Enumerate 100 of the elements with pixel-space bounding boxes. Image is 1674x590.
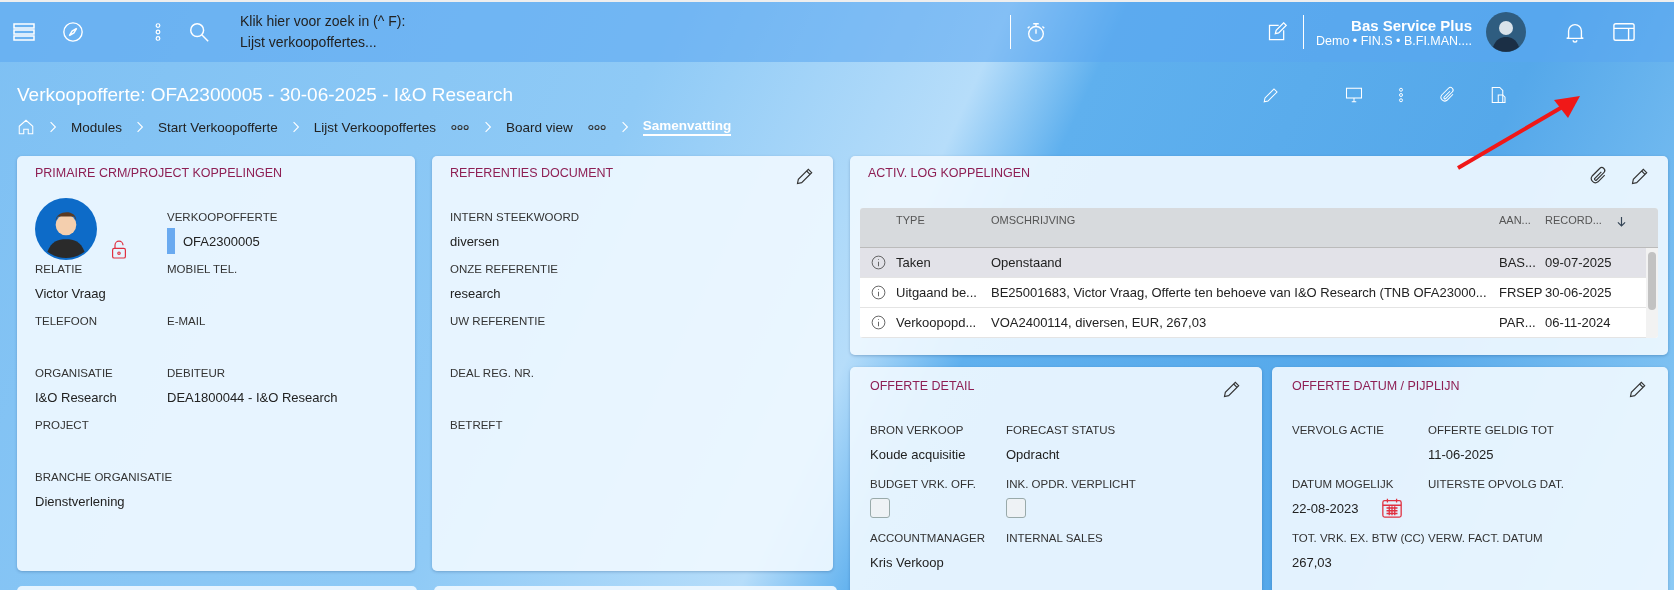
page-title: Verkoopofferte: OFA2300005 - 30-06-2025 - I&O Research xyxy=(17,84,514,106)
field-value: I&O Research xyxy=(35,389,117,405)
field-label: ORGANISATIE xyxy=(35,366,114,381)
card-title: OFFERTE DATUM / PIJPLIJN xyxy=(1292,379,1460,393)
field-value: Kris Verkoop xyxy=(870,554,944,570)
pencil-icon[interactable] xyxy=(1630,166,1650,186)
field-label: MOBIEL TEL. xyxy=(167,262,239,277)
chevron-icon xyxy=(291,121,300,133)
field-label: DEBITEUR xyxy=(167,366,227,381)
user-context: Demo • FIN.S • B.FI.MAN.... xyxy=(1316,33,1472,48)
field-label: VERW. FACT. DATUM xyxy=(1428,531,1544,546)
field-value: DEA1800044 - I&O Research xyxy=(167,389,338,405)
breadcrumb-link[interactable]: Lijst Verkoopoffertes xyxy=(313,119,436,135)
table-cell-text: BE25001683, Victor Vraag, Offerte ten behoeve van I&O Research (TNB OFA23000... xyxy=(991,285,1488,300)
table-cell-text: 09-07-2025 xyxy=(1545,255,1613,270)
home-icon[interactable] xyxy=(17,118,35,136)
sort-down-icon[interactable] xyxy=(1617,216,1626,227)
field-value: diversen xyxy=(450,233,500,249)
field-label: BRANCHE ORGANISATIE xyxy=(35,470,173,485)
field-label: VERKOOPOFFERTE xyxy=(167,210,279,225)
more-icon[interactable] xyxy=(449,123,470,131)
table-cell-text: 06-11-2024 xyxy=(1545,315,1612,330)
paperclip-icon[interactable] xyxy=(1588,166,1608,186)
chevron-icon xyxy=(136,121,145,133)
field-value: 267,03 xyxy=(1292,554,1332,570)
field-label: INK. OPDR. VERPLICHT xyxy=(1006,477,1137,492)
field-label: TELEFOON xyxy=(35,314,98,329)
chevron-icon xyxy=(49,121,57,133)
card-title: PRIMAIRE CRM/PROJECT KOPPELINGEN xyxy=(35,166,283,180)
pencil-icon[interactable] xyxy=(1222,379,1242,399)
field-label: INTERN STEEKWOORD xyxy=(450,210,580,225)
table-cell-text: FRSEP xyxy=(1499,285,1544,300)
calendar-icon[interactable] xyxy=(1380,497,1403,519)
chevron-icon xyxy=(483,121,492,133)
breadcrumb-link[interactable]: Board view xyxy=(505,119,573,135)
field-label: BETREFT xyxy=(450,418,503,433)
edit-icon[interactable] xyxy=(1267,22,1287,42)
pencil-icon[interactable] xyxy=(1628,379,1648,399)
card-title: REFERENTIES DOCUMENT xyxy=(450,166,614,180)
search-icon[interactable] xyxy=(188,21,210,43)
table-cell-text: Openstaand xyxy=(991,255,1063,270)
field-label: BUDGET VRK. OFF. xyxy=(870,477,977,492)
documents-icon[interactable] xyxy=(1490,84,1508,106)
table-cell-text: Verkoopopd... xyxy=(896,315,978,330)
chevron-icon xyxy=(620,121,629,133)
field-value: 11-06-2025 xyxy=(1428,446,1494,462)
column-header[interactable]: OMSCHRIJVING xyxy=(991,214,1499,226)
field-label: UW REFERENTIE xyxy=(450,314,546,329)
table-cell-text: PAR... xyxy=(1499,315,1537,330)
field-label: TOT. VRK. EX. BTW (CC) xyxy=(1292,531,1426,546)
card-title: OFFERTE DETAIL xyxy=(870,379,975,393)
pencil-icon[interactable] xyxy=(795,166,815,186)
field-label: OFFERTE GELDIG TOT xyxy=(1428,423,1555,438)
table-cell-text: Taken xyxy=(896,255,932,270)
user-name: Bas Service Plus xyxy=(1351,16,1472,34)
checkbox[interactable] xyxy=(870,498,890,518)
monitor-icon[interactable] xyxy=(1344,86,1364,104)
card-title: ACTIV. LOG KOPPELINGEN xyxy=(868,166,1031,180)
table-cell-text: 30-06-2025 xyxy=(1545,285,1613,300)
checkbox[interactable] xyxy=(1006,498,1026,518)
field-label: INTERNAL SALES xyxy=(1006,531,1104,546)
field-label: E-MAIL xyxy=(167,314,207,329)
field-label: UITERSTE OPVOLG DAT. xyxy=(1428,477,1565,492)
field-value: Koude acquisitie xyxy=(870,446,966,462)
avatar-icon[interactable] xyxy=(1486,12,1526,52)
table-row[interactable]: Verkoopopd... VOA2400114, diversen, EUR, 267,03 PAR... 06-11-2024 xyxy=(860,308,1646,338)
field-value: Dienstverlening xyxy=(35,493,125,509)
paperclip-icon[interactable] xyxy=(1438,85,1456,105)
field-value: OFA2300005 xyxy=(183,233,260,249)
breadcrumb-link[interactable]: Modules xyxy=(71,119,123,135)
field-label: DEAL REG. NR. xyxy=(450,366,534,381)
field-label: FORECAST STATUS xyxy=(1006,423,1117,438)
field-label: BRON VERKOOP xyxy=(870,423,965,438)
field-value: Victor Vraag xyxy=(35,285,106,301)
info-icon[interactable] xyxy=(871,285,886,300)
table-cell-text: BAS... xyxy=(1499,255,1537,270)
column-header[interactable]: RECORD... xyxy=(1545,214,1617,226)
info-icon[interactable] xyxy=(871,255,886,270)
table-row[interactable]: Taken Openstaand BAS... 09-07-2025 xyxy=(860,248,1646,278)
window-icon[interactable] xyxy=(1612,21,1636,43)
field-value: Opdracht xyxy=(1006,446,1060,462)
bell-icon[interactable] xyxy=(1564,21,1586,43)
search-field[interactable]: Klik hier voor zoek in (^ F): Lijst verkoopoffertes... xyxy=(240,11,1010,53)
column-header[interactable]: TYPE xyxy=(896,214,991,226)
table-cell-text: Uitgaand be... xyxy=(896,285,978,300)
person-avatar-icon xyxy=(35,198,97,260)
more-icon[interactable] xyxy=(586,123,607,131)
field-label: ACCOUNTMANAGER xyxy=(870,531,986,546)
column-header[interactable]: AAN... xyxy=(1499,214,1545,226)
padlock-icon[interactable] xyxy=(111,240,127,260)
breadcrumb-link[interactable]: Start Verkoopofferte xyxy=(158,119,278,135)
scrollbar-thumb[interactable] xyxy=(1648,252,1656,310)
field-label: VERVOLG ACTIE xyxy=(1292,423,1385,438)
stopwatch-icon[interactable] xyxy=(1025,21,1047,43)
menu-icon[interactable] xyxy=(12,20,36,44)
field-label: DATUM MOGELIJK xyxy=(1292,477,1395,492)
field-label: ONZE REFERENTIE xyxy=(450,262,558,277)
compass-icon[interactable] xyxy=(62,21,84,43)
info-icon[interactable] xyxy=(871,315,886,330)
table-row[interactable]: Uitgaand be... BE25001683, Victor Vraag, Offerte ten behoeve van I&O Research (TNB OFA23000... FRSEP 30-06-2025 xyxy=(860,278,1646,308)
